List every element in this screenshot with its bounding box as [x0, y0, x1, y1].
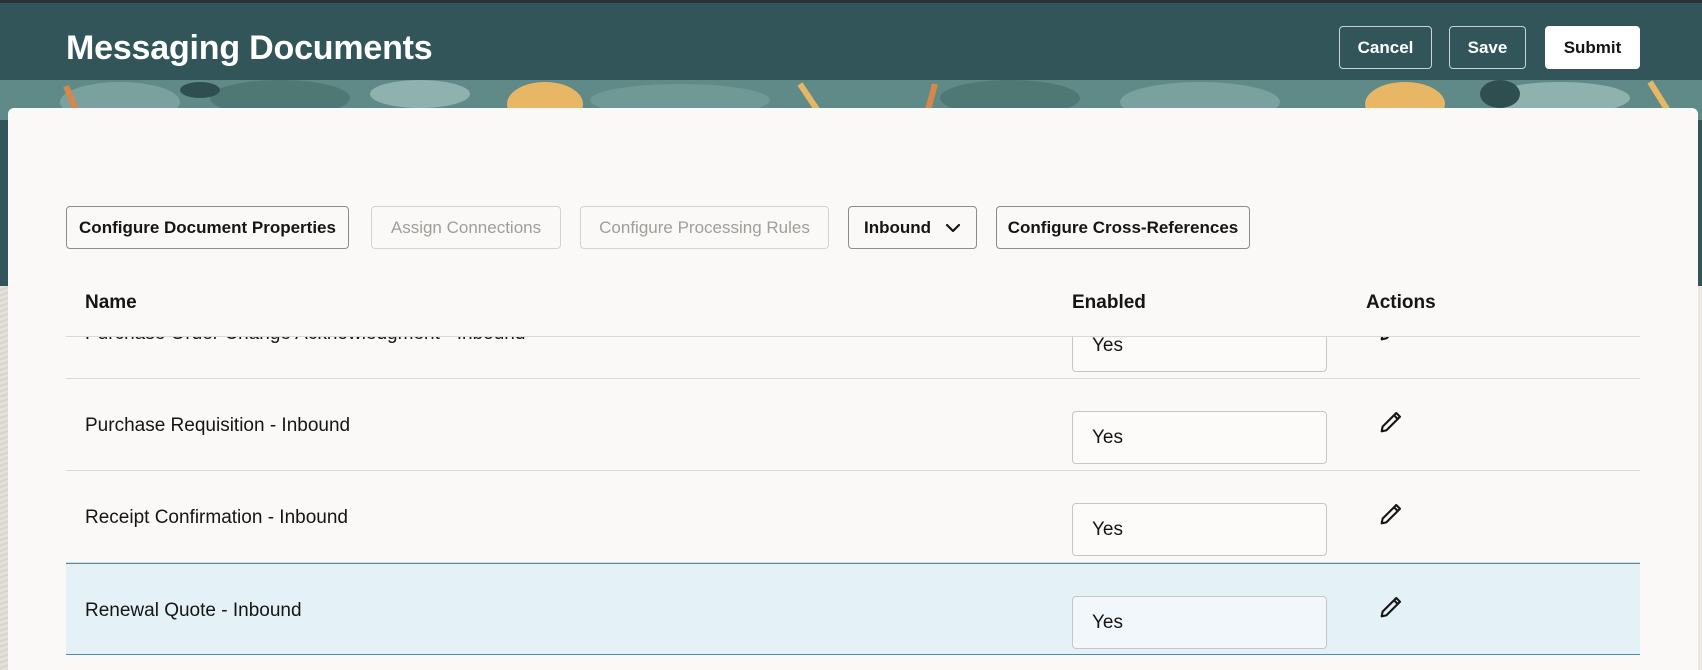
pencil-icon: [1380, 411, 1402, 433]
direction-select[interactable]: Inbound: [848, 206, 977, 249]
save-button[interactable]: Save: [1449, 26, 1526, 69]
pencil-icon: [1380, 503, 1402, 525]
page-title: Messaging Documents: [66, 29, 433, 67]
table-body[interactable]: Purchase Order Change Acknowledgment - I…: [66, 337, 1640, 670]
column-header-enabled: Enabled: [1072, 292, 1146, 313]
table-row[interactable]: Purchase Order Change Acknowledgment - I…: [66, 337, 1640, 379]
enabled-field[interactable]: Yes: [1072, 503, 1327, 556]
direction-select-value: Inbound: [863, 217, 932, 237]
row-name: Purchase Requisition - Inbound: [85, 415, 351, 436]
column-header-name: Name: [85, 292, 137, 313]
top-border: [0, 0, 1702, 3]
table-row-selected[interactable]: Renewal Quote - Inbound Yes: [66, 563, 1640, 655]
cancel-button[interactable]: Cancel: [1339, 26, 1432, 69]
chevron-down-icon: [945, 223, 961, 232]
row-name: Purchase Order Change Acknowledgment - I…: [85, 337, 525, 345]
table-row[interactable]: Receipt Confirmation - Inbound Yes: [66, 471, 1640, 563]
submit-button[interactable]: Submit: [1545, 26, 1640, 69]
assign-connections-button: Assign Connections: [371, 206, 561, 249]
row-name: Renewal Quote - Inbound: [85, 600, 302, 621]
background-decoration: [0, 286, 8, 670]
edit-button[interactable]: [1372, 495, 1410, 533]
pencil-icon: [1380, 337, 1390, 341]
enabled-field[interactable]: Yes: [1072, 596, 1327, 649]
table-row[interactable]: Purchase Requisition - Inbound Yes: [66, 379, 1640, 471]
pencil-icon: [1380, 596, 1402, 618]
edit-button[interactable]: [1372, 588, 1410, 626]
configure-processing-rules-button: Configure Processing Rules: [580, 206, 829, 249]
configure-cross-references-button[interactable]: Configure Cross-References: [996, 206, 1250, 249]
configure-document-properties-button[interactable]: Configure Document Properties: [66, 206, 349, 249]
edit-button[interactable]: [1372, 403, 1410, 441]
enabled-field[interactable]: Yes: [1072, 337, 1327, 372]
edit-button[interactable]: [1372, 337, 1410, 349]
row-name: Receipt Confirmation - Inbound: [85, 507, 348, 528]
enabled-field[interactable]: Yes: [1072, 411, 1327, 464]
column-header-actions: Actions: [1366, 292, 1436, 313]
